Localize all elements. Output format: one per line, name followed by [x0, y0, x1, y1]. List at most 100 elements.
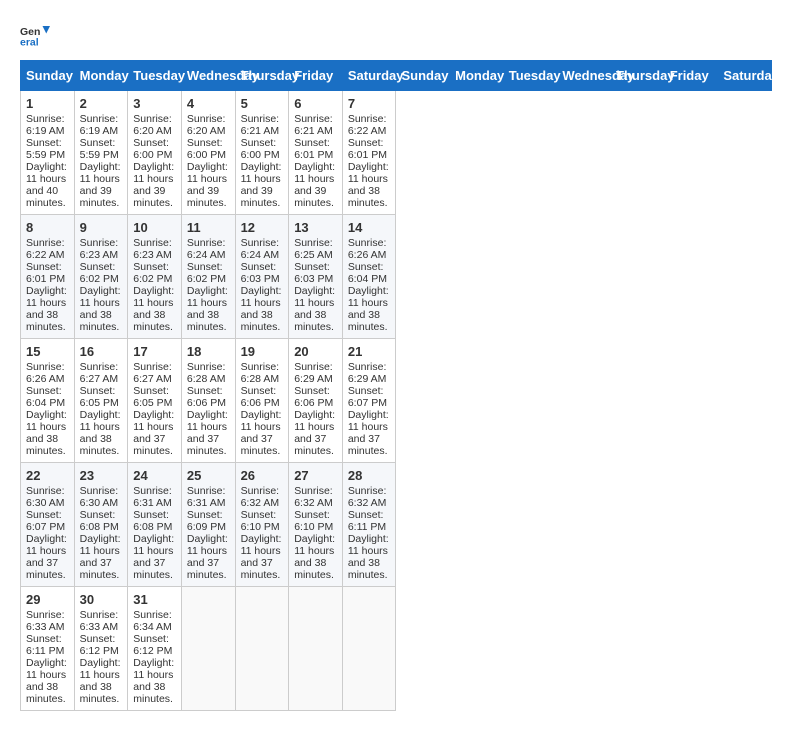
day-info: Sunrise: 6:20 AM: [133, 113, 176, 137]
day-number: 25: [187, 468, 230, 483]
day-info: Daylight: 11 hours: [187, 285, 230, 309]
day-info: Sunset: 6:01 PM: [348, 137, 391, 161]
day-info: Sunrise: 6:29 AM: [294, 361, 337, 385]
day-info: Sunset: 6:03 PM: [294, 261, 337, 285]
day-cell: 2Sunrise: 6:19 AMSunset: 5:59 PMDaylight…: [74, 91, 128, 215]
day-info: and 38 minutes.: [26, 433, 69, 457]
day-number: 5: [241, 96, 284, 111]
day-info: Sunset: 6:05 PM: [80, 385, 123, 409]
day-info: Daylight: 11 hours: [80, 285, 123, 309]
day-number: 23: [80, 468, 123, 483]
day-info: and 39 minutes.: [187, 185, 230, 209]
day-info: Daylight: 11 hours: [241, 285, 284, 309]
day-info: Sunset: 6:07 PM: [348, 385, 391, 409]
col-header-tuesday: Tuesday: [128, 61, 182, 91]
day-number: 21: [348, 344, 391, 359]
day-info: Daylight: 11 hours: [348, 533, 391, 557]
day-number: 30: [80, 592, 123, 607]
day-info: Sunrise: 6:22 AM: [26, 237, 69, 261]
day-cell: 26Sunrise: 6:32 AMSunset: 6:10 PMDayligh…: [235, 463, 289, 587]
day-info: Daylight: 11 hours: [26, 657, 69, 681]
day-cell: 28Sunrise: 6:32 AMSunset: 6:11 PMDayligh…: [342, 463, 396, 587]
day-info: and 38 minutes.: [26, 681, 69, 705]
day-info: Sunset: 6:11 PM: [348, 509, 391, 533]
day-info: and 38 minutes.: [348, 185, 391, 209]
day-info: and 38 minutes.: [187, 309, 230, 333]
day-info: Sunset: 6:03 PM: [241, 261, 284, 285]
day-info: Daylight: 11 hours: [80, 409, 123, 433]
day-cell: [181, 587, 235, 711]
day-info: and 37 minutes.: [133, 557, 176, 581]
week-row-1: 1Sunrise: 6:19 AMSunset: 5:59 PMDaylight…: [21, 91, 772, 215]
day-info: Sunset: 6:08 PM: [133, 509, 176, 533]
day-number: 1: [26, 96, 69, 111]
day-info: Sunrise: 6:31 AM: [187, 485, 230, 509]
day-info: Sunset: 6:08 PM: [80, 509, 123, 533]
day-info: and 38 minutes.: [133, 309, 176, 333]
day-number: 7: [348, 96, 391, 111]
day-info: Daylight: 11 hours: [133, 533, 176, 557]
day-number: 24: [133, 468, 176, 483]
day-info: Daylight: 11 hours: [133, 409, 176, 433]
day-number: 2: [80, 96, 123, 111]
day-cell: 5Sunrise: 6:21 AMSunset: 6:00 PMDaylight…: [235, 91, 289, 215]
day-info: Sunrise: 6:24 AM: [187, 237, 230, 261]
day-info: and 39 minutes.: [133, 185, 176, 209]
day-info: and 37 minutes.: [241, 557, 284, 581]
day-info: and 38 minutes.: [294, 557, 337, 581]
day-number: 3: [133, 96, 176, 111]
day-info: Sunset: 6:09 PM: [187, 509, 230, 533]
day-cell: 13Sunrise: 6:25 AMSunset: 6:03 PMDayligh…: [289, 215, 343, 339]
day-info: Sunrise: 6:33 AM: [80, 609, 123, 633]
day-info: Sunrise: 6:25 AM: [294, 237, 337, 261]
day-info: Sunrise: 6:28 AM: [187, 361, 230, 385]
day-info: Sunset: 6:00 PM: [241, 137, 284, 161]
day-info: Sunrise: 6:27 AM: [80, 361, 123, 385]
day-number: 16: [80, 344, 123, 359]
col-header-sunday: Sunday: [21, 61, 75, 91]
day-info: Sunrise: 6:29 AM: [348, 361, 391, 385]
week-row-2: 8Sunrise: 6:22 AMSunset: 6:01 PMDaylight…: [21, 215, 772, 339]
day-cell: 31Sunrise: 6:34 AMSunset: 6:12 PMDayligh…: [128, 587, 182, 711]
day-info: Sunset: 6:01 PM: [294, 137, 337, 161]
day-info: and 39 minutes.: [241, 185, 284, 209]
day-info: Sunrise: 6:32 AM: [294, 485, 337, 509]
day-cell: 27Sunrise: 6:32 AMSunset: 6:10 PMDayligh…: [289, 463, 343, 587]
day-info: Daylight: 11 hours: [241, 533, 284, 557]
col-header: Saturday: [718, 61, 772, 91]
day-info: Sunset: 6:06 PM: [241, 385, 284, 409]
day-info: Sunrise: 6:28 AM: [241, 361, 284, 385]
col-header: Monday: [450, 61, 504, 91]
day-info: Daylight: 11 hours: [80, 161, 123, 185]
page-header: Gen eral: [20, 20, 772, 50]
day-cell: [342, 587, 396, 711]
day-info: Daylight: 11 hours: [80, 533, 123, 557]
day-info: and 37 minutes.: [26, 557, 69, 581]
day-info: Sunset: 6:02 PM: [187, 261, 230, 285]
day-cell: 8Sunrise: 6:22 AMSunset: 6:01 PMDaylight…: [21, 215, 75, 339]
day-info: and 38 minutes.: [294, 309, 337, 333]
day-info: and 37 minutes.: [348, 433, 391, 457]
day-cell: 18Sunrise: 6:28 AMSunset: 6:06 PMDayligh…: [181, 339, 235, 463]
day-info: Daylight: 11 hours: [133, 161, 176, 185]
day-info: and 37 minutes.: [294, 433, 337, 457]
day-info: and 38 minutes.: [80, 433, 123, 457]
day-info: Sunrise: 6:30 AM: [26, 485, 69, 509]
day-cell: 12Sunrise: 6:24 AMSunset: 6:03 PMDayligh…: [235, 215, 289, 339]
day-info: and 39 minutes.: [294, 185, 337, 209]
header-row: SundayMondayTuesdayWednesdayThursdayFrid…: [21, 61, 772, 91]
day-cell: 4Sunrise: 6:20 AMSunset: 6:00 PMDaylight…: [181, 91, 235, 215]
day-number: 9: [80, 220, 123, 235]
day-info: Sunrise: 6:22 AM: [348, 113, 391, 137]
day-info: Sunrise: 6:33 AM: [26, 609, 69, 633]
day-info: and 37 minutes.: [187, 557, 230, 581]
day-info: Sunset: 6:02 PM: [80, 261, 123, 285]
day-info: Sunrise: 6:20 AM: [187, 113, 230, 137]
day-number: 28: [348, 468, 391, 483]
day-info: Daylight: 11 hours: [187, 161, 230, 185]
day-info: Daylight: 11 hours: [294, 533, 337, 557]
day-cell: 14Sunrise: 6:26 AMSunset: 6:04 PMDayligh…: [342, 215, 396, 339]
day-info: Sunset: 6:10 PM: [241, 509, 284, 533]
day-info: Daylight: 11 hours: [26, 533, 69, 557]
day-info: Daylight: 11 hours: [26, 161, 69, 185]
